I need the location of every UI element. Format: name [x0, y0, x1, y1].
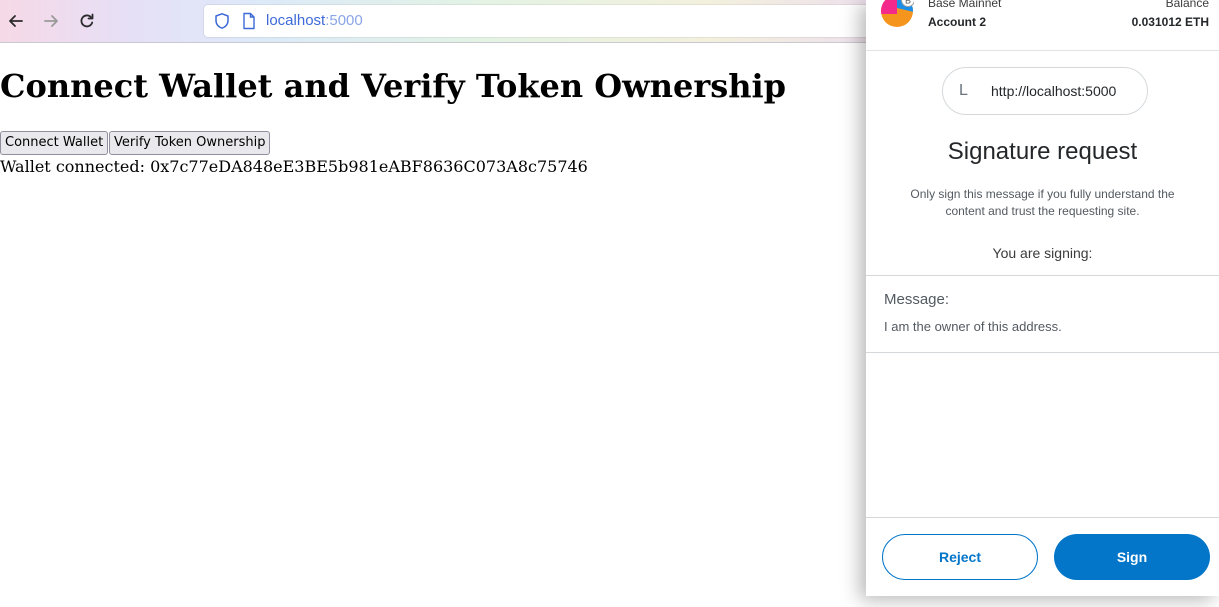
back-button[interactable] [2, 7, 30, 35]
popup-header: B Base Mainnet Account 2 Balance 0.03101… [866, 0, 1219, 51]
origin-url: http://localhost:5000 [991, 83, 1117, 99]
wallet-signature-popup: B Base Mainnet Account 2 Balance 0.03101… [866, 0, 1219, 596]
page-icon [243, 12, 255, 30]
message-section: Message: I am the owner of this address. [866, 275, 1219, 353]
connect-wallet-button[interactable]: Connect Wallet [0, 131, 109, 155]
sign-button[interactable]: Sign [1054, 534, 1210, 580]
balance-value: 0.031012 ETH [1131, 15, 1209, 29]
balance-label: Balance [1165, 0, 1209, 10]
reject-button[interactable]: Reject [882, 534, 1038, 580]
reload-button[interactable] [73, 7, 101, 35]
url-text: localhost:5000 [266, 12, 363, 30]
forward-button[interactable] [37, 7, 65, 35]
reload-icon [80, 13, 94, 28]
arrow-left-icon [9, 15, 23, 27]
account-name: Account 2 [928, 15, 987, 29]
url-host: localhost [266, 12, 326, 29]
message-text: I am the owner of this address. [884, 319, 1062, 334]
signature-request-title: Signature request [947, 138, 1138, 165]
origin-initial: L [959, 82, 968, 99]
signature-warning-text: Only sign this message if you fully unde… [910, 187, 1175, 218]
page-title: Connect Wallet and Verify Token Ownershi… [0, 67, 787, 105]
svg-text:B: B [905, 0, 911, 6]
account-avatar-icon: B [881, 0, 914, 27]
shield-icon[interactable] [213, 12, 231, 30]
verify-token-ownership-button[interactable]: Verify Token Ownership [109, 131, 271, 155]
you-are-signing-label: You are signing: [992, 245, 1093, 261]
address-bar[interactable]: localhost:5000 [204, 5, 904, 37]
message-label: Message: [884, 291, 950, 308]
network-label: Base Mainnet [928, 0, 1002, 10]
popup-footer: Reject Sign [866, 517, 1219, 596]
url-port: :5000 [325, 12, 363, 29]
wallet-status-text: Wallet connected: 0x7c77eDA848eE3BE5b981… [0, 157, 588, 176]
arrow-right-icon [44, 15, 58, 27]
origin-pill: L http://localhost:5000 [942, 67, 1148, 115]
